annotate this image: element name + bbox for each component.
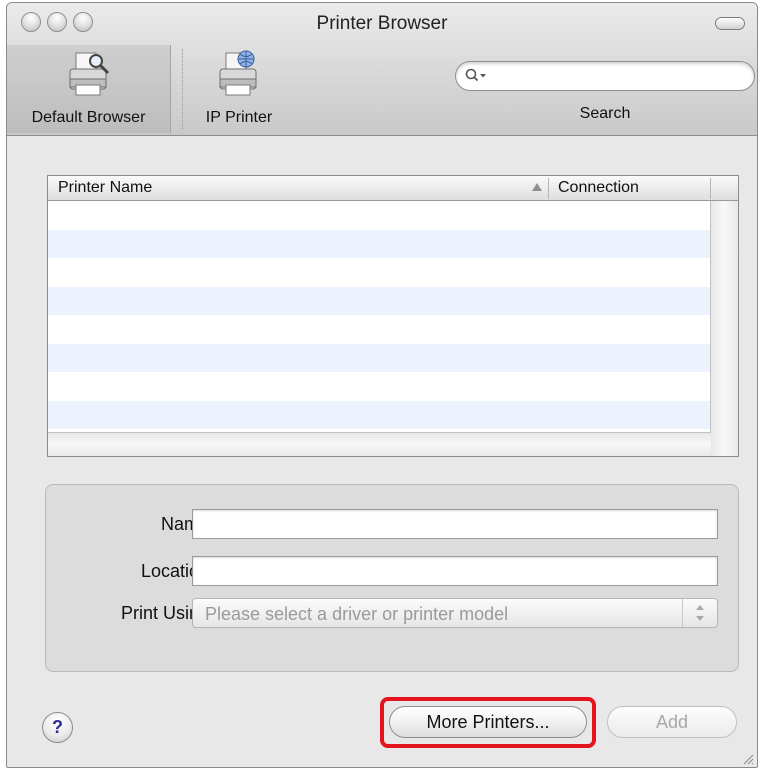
table-row[interactable] — [48, 400, 711, 429]
resize-grip-icon[interactable] — [742, 752, 754, 765]
printer-search-icon — [64, 49, 114, 101]
table-body[interactable] — [48, 201, 711, 433]
toolbar-item-label: IP Printer — [205, 109, 273, 126]
up-down-arrows-icon — [682, 599, 717, 627]
window-title: Printer Browser — [316, 13, 448, 34]
printer-browser-window: Printer Browser Default Browser IP Print… — [6, 2, 758, 768]
location-field[interactable] — [192, 556, 718, 586]
help-button[interactable]: ? — [42, 712, 73, 743]
search-input[interactable] — [455, 61, 755, 91]
highlight-box — [380, 697, 596, 748]
table-row[interactable] — [48, 343, 711, 372]
toolbar-ip-printer[interactable]: IP Printer — [189, 45, 289, 133]
toolbar-default-browser[interactable]: Default Browser — [7, 45, 171, 133]
sort-ascending-icon — [532, 183, 542, 191]
table-row[interactable] — [48, 372, 711, 401]
table-header: Printer Name Connection — [48, 176, 738, 201]
printer-list-table: Printer Name Connection — [47, 175, 739, 457]
print-using-select[interactable]: Please select a driver or printer model — [192, 598, 718, 628]
add-button[interactable]: Add — [607, 706, 737, 738]
table-row[interactable] — [48, 201, 711, 230]
table-row[interactable] — [48, 286, 711, 315]
search-icon[interactable] — [465, 68, 487, 84]
column-divider[interactable] — [710, 178, 711, 199]
vertical-scrollbar[interactable] — [710, 201, 738, 456]
name-field[interactable] — [192, 509, 718, 539]
ip-printer-icon — [214, 49, 264, 101]
search-label: Search — [579, 105, 631, 122]
table-row[interactable] — [48, 229, 711, 258]
column-header-printer-name[interactable]: Printer Name — [58, 179, 152, 197]
toolbar-separator — [182, 49, 183, 129]
table-row[interactable] — [48, 258, 711, 287]
toolbar-toggle-button[interactable] — [715, 17, 745, 30]
printer-details-group: Name: Location: Print Using: Please sele… — [45, 484, 739, 672]
table-row[interactable] — [48, 315, 711, 344]
column-divider[interactable] — [548, 178, 549, 199]
column-header-connection[interactable]: Connection — [558, 179, 639, 197]
toolbar-item-label: Default Browser — [31, 109, 146, 126]
title-bar: Printer Browser — [7, 3, 757, 43]
horizontal-scrollbar[interactable] — [48, 432, 711, 456]
print-using-value: Please select a driver or printer model — [205, 604, 509, 624]
search-area: Search — [455, 61, 755, 131]
window-toolbar-area: Printer Browser Default Browser IP Print… — [7, 3, 757, 136]
